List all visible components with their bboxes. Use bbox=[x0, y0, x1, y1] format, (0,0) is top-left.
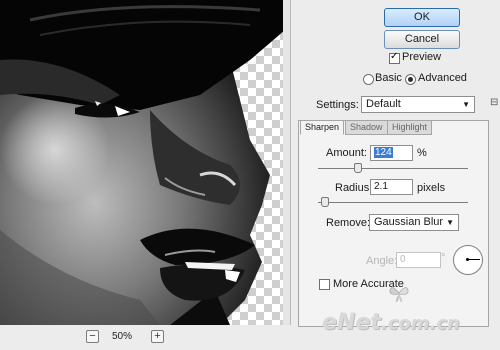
amount-slider-thumb[interactable] bbox=[354, 163, 362, 173]
advanced-label: Advanced bbox=[418, 72, 467, 84]
amount-input[interactable]: 124 bbox=[370, 145, 413, 161]
zoom-out-button[interactable]: − bbox=[86, 330, 99, 343]
tab-sharpen[interactable]: Sharpen bbox=[300, 120, 345, 135]
preview-scrollbar[interactable] bbox=[283, 0, 290, 325]
remove-dropdown[interactable]: Gaussian Blur ▼ bbox=[369, 214, 459, 231]
advanced-radio[interactable] bbox=[405, 74, 416, 85]
radius-input[interactable]: 2.1 bbox=[370, 179, 413, 195]
radius-label: Radius: bbox=[335, 182, 373, 194]
tab-highlight[interactable]: Highlight bbox=[387, 120, 433, 135]
zoom-level: 50% bbox=[112, 331, 133, 342]
panel-menu-icon[interactable]: ⊟ bbox=[490, 97, 498, 108]
preview-checkbox[interactable] bbox=[389, 51, 400, 64]
basic-radio[interactable] bbox=[363, 74, 374, 85]
basic-label: Basic bbox=[375, 72, 402, 84]
radius-unit: pixels bbox=[417, 182, 446, 194]
zoom-bar: − 50% + bbox=[0, 325, 290, 350]
angle-value: 0 bbox=[400, 254, 406, 265]
chevron-down-icon: ▼ bbox=[462, 100, 470, 109]
amount-slider-track[interactable] bbox=[318, 168, 468, 169]
preview-photo bbox=[0, 0, 285, 325]
preview-pane[interactable] bbox=[0, 0, 291, 325]
settings-label: Settings: bbox=[316, 99, 359, 111]
more-accurate-checkbox[interactable] bbox=[319, 279, 330, 290]
preview-label: Preview bbox=[402, 51, 442, 63]
angle-unit: ° bbox=[441, 252, 446, 264]
radius-slider-thumb[interactable] bbox=[321, 197, 329, 207]
plus-icon: + bbox=[154, 330, 161, 342]
minus-icon: − bbox=[89, 330, 96, 342]
remove-label: Remove: bbox=[326, 217, 371, 229]
remove-value: Gaussian Blur bbox=[374, 216, 444, 228]
settings-dropdown[interactable]: Default ▼ bbox=[361, 96, 475, 113]
butterfly-icon bbox=[389, 287, 409, 302]
watermark: eNet.com.cn bbox=[322, 310, 460, 335]
amount-value: 124 bbox=[374, 147, 393, 158]
watermark-domain: .com.cn bbox=[380, 313, 460, 334]
zoom-in-button[interactable]: + bbox=[151, 330, 164, 343]
watermark-text: eNet bbox=[322, 310, 381, 335]
amount-label: Amount: bbox=[326, 147, 367, 159]
amount-unit: % bbox=[417, 147, 427, 159]
ok-button[interactable]: OK bbox=[384, 8, 460, 27]
chevron-down-icon: ▼ bbox=[446, 218, 454, 227]
tab-shadow[interactable]: Shadow bbox=[345, 120, 388, 135]
cancel-button[interactable]: Cancel bbox=[384, 30, 460, 49]
angle-input[interactable]: 0 bbox=[396, 252, 441, 268]
angle-dial[interactable] bbox=[453, 245, 483, 275]
radius-slider-track[interactable] bbox=[318, 202, 468, 203]
angle-label: Angle: bbox=[366, 255, 398, 267]
settings-value: Default bbox=[366, 98, 401, 110]
radius-value: 2.1 bbox=[374, 181, 388, 192]
